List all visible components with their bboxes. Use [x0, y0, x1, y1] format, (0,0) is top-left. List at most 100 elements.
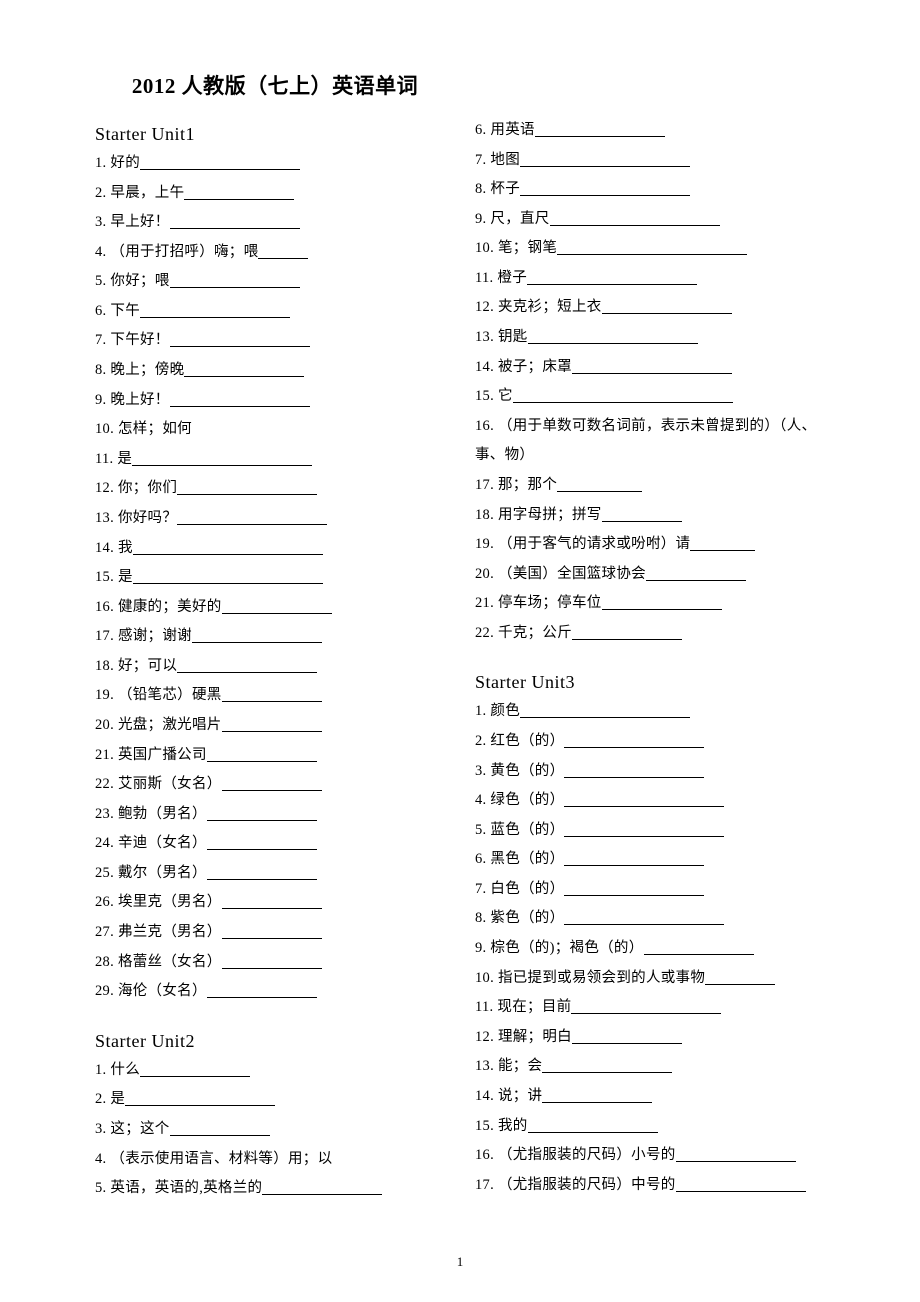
fill-blank[interactable] — [602, 300, 732, 315]
item-number: 1. — [95, 1062, 106, 1078]
fill-blank[interactable] — [170, 1121, 270, 1136]
list-item: 17. （尤指服装的尺码）中号的 — [475, 1171, 825, 1201]
fill-blank[interactable] — [222, 777, 322, 792]
fill-blank[interactable] — [564, 822, 724, 837]
fill-blank[interactable] — [132, 451, 312, 466]
unit-s1: Starter Unit1 1. 好的2. 早晨，上午3. 早上好！4. （用于… — [95, 124, 445, 1007]
item-text: 尺，直尺 — [486, 211, 549, 227]
fill-blank[interactable] — [133, 540, 323, 555]
fill-blank[interactable] — [222, 925, 322, 940]
fill-blank[interactable] — [125, 1092, 275, 1107]
item-text: （用于单数可数名词前，表示未曾提到的）（人、 — [494, 418, 816, 434]
fill-blank[interactable] — [528, 330, 698, 345]
fill-blank[interactable] — [520, 152, 690, 167]
fill-blank[interactable] — [564, 793, 724, 808]
fill-blank[interactable] — [535, 123, 665, 138]
fill-blank[interactable] — [572, 625, 682, 640]
item-text: 杯子 — [486, 181, 520, 197]
fill-blank[interactable] — [170, 392, 310, 407]
item-text: 光盘；激光唱片 — [114, 717, 222, 733]
fill-blank[interactable] — [192, 629, 322, 644]
item-text: 棕色（的)；褐色（的） — [486, 940, 643, 956]
fill-blank[interactable] — [140, 156, 300, 171]
fill-blank[interactable] — [528, 1118, 658, 1133]
fill-blank[interactable] — [222, 895, 322, 910]
fill-blank[interactable] — [676, 1148, 796, 1163]
item-number: 15. — [95, 569, 114, 585]
fill-blank[interactable] — [207, 836, 317, 851]
fill-blank[interactable] — [170, 274, 300, 289]
fill-blank[interactable] — [690, 537, 755, 552]
fill-blank[interactable] — [170, 215, 300, 230]
fill-blank[interactable] — [572, 1029, 682, 1044]
fill-blank[interactable] — [177, 481, 317, 496]
fill-blank[interactable] — [222, 599, 332, 614]
fill-blank[interactable] — [177, 510, 327, 525]
fill-blank[interactable] — [140, 1062, 250, 1077]
item-text: 艾丽斯（女名） — [114, 776, 222, 792]
item-number: 13. — [475, 1058, 494, 1074]
fill-blank[interactable] — [557, 477, 642, 492]
fill-blank[interactable] — [207, 747, 317, 762]
fill-blank[interactable] — [571, 1000, 721, 1015]
fill-blank[interactable] — [644, 941, 754, 956]
fill-blank[interactable] — [527, 270, 697, 285]
fill-blank[interactable] — [133, 570, 323, 585]
item-number: 18. — [95, 658, 114, 674]
fill-blank[interactable] — [646, 566, 746, 581]
fill-blank[interactable] — [184, 363, 304, 378]
item-text: 千克；公斤 — [494, 625, 572, 641]
item-number: 4. — [475, 792, 486, 808]
list-item: 11. 橙子 — [475, 264, 825, 294]
item-text: 你；你们 — [114, 480, 177, 496]
fill-blank[interactable] — [520, 182, 690, 197]
fill-blank[interactable] — [207, 984, 317, 999]
list-item: 18. 用字母拼；拼写 — [475, 501, 825, 531]
fill-blank[interactable] — [258, 244, 308, 259]
item-text: 现在；目前 — [494, 999, 572, 1015]
list-item: 10. 怎样；如何 — [95, 415, 445, 445]
fill-blank[interactable] — [550, 211, 720, 226]
fill-blank[interactable] — [542, 1088, 652, 1103]
fill-blank[interactable] — [602, 596, 722, 611]
fill-blank[interactable] — [170, 333, 310, 348]
fill-blank[interactable] — [564, 881, 704, 896]
fill-blank[interactable] — [184, 185, 294, 200]
fill-blank[interactable] — [564, 852, 704, 867]
list-item: 12. 夹克衫；短上衣 — [475, 293, 825, 323]
fill-blank[interactable] — [572, 359, 732, 374]
fill-blank[interactable] — [676, 1177, 806, 1192]
unit-title-s3: Starter Unit3 — [475, 672, 825, 693]
fill-blank[interactable] — [520, 704, 690, 719]
list-item: 3. 早上好！ — [95, 208, 445, 238]
fill-blank[interactable] — [140, 303, 290, 318]
fill-blank[interactable] — [207, 865, 317, 880]
fill-blank[interactable] — [222, 954, 322, 969]
list-item: 1. 好的 — [95, 149, 445, 179]
item-number: 1. — [475, 703, 486, 719]
list-item: 4. （用于打招呼）嗨；喂 — [95, 238, 445, 268]
item-text: 说；讲 — [494, 1088, 542, 1104]
item-number: 12. — [475, 1029, 494, 1045]
item-number: 3. — [95, 214, 106, 230]
fill-blank[interactable] — [564, 911, 724, 926]
fill-blank[interactable] — [222, 688, 322, 703]
fill-blank[interactable] — [177, 658, 317, 673]
list-item: 7. 白色（的） — [475, 875, 825, 905]
fill-blank[interactable] — [705, 970, 775, 985]
list-item: 21. 停车场；停车位 — [475, 589, 825, 619]
item-number: 11. — [475, 999, 494, 1015]
item-number: 28. — [95, 954, 114, 970]
list-item: 7. 下午好！ — [95, 326, 445, 356]
left-column: Starter Unit1 1. 好的2. 早晨，上午3. 早上好！4. （用于… — [95, 116, 445, 1222]
fill-blank[interactable] — [222, 717, 322, 732]
fill-blank[interactable] — [602, 507, 682, 522]
item-number: 11. — [95, 451, 114, 467]
fill-blank[interactable] — [564, 733, 704, 748]
fill-blank[interactable] — [564, 763, 704, 778]
fill-blank[interactable] — [542, 1059, 672, 1074]
fill-blank[interactable] — [513, 389, 733, 404]
fill-blank[interactable] — [262, 1181, 382, 1196]
fill-blank[interactable] — [207, 806, 317, 821]
fill-blank[interactable] — [557, 241, 747, 256]
